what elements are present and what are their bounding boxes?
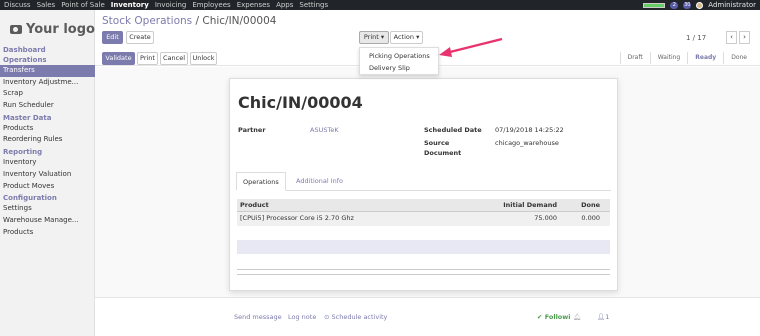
stage-draft: Draft	[619, 52, 650, 64]
log-note-link[interactable]: Log note	[288, 313, 316, 321]
camera-icon	[10, 25, 22, 34]
validate-button[interactable]: Validate	[102, 52, 135, 65]
pager-prev-button[interactable]: ‹	[726, 31, 737, 44]
following-button[interactable]: ✔ Followi	[537, 313, 571, 321]
app-settings[interactable]: Settings	[299, 1, 328, 9]
sidebar-item-config-products[interactable]: Products	[0, 227, 95, 239]
app-employees[interactable]: Employees	[192, 1, 230, 9]
row-initial-demand: 75.000	[534, 214, 557, 222]
create-button[interactable]: Create	[126, 31, 154, 44]
sidebar-section-master-data: Master Data	[3, 113, 52, 122]
tab-operations[interactable]: Operations	[236, 172, 286, 191]
table-row[interactable]: [CPUi5] Processor Core i5 2.70 Ghz 75.00…	[237, 212, 610, 226]
breadcrumb-current: Chic/IN/00004	[202, 15, 277, 27]
app-discuss[interactable]: Discuss	[4, 1, 31, 9]
source-document-label-line2: Document	[424, 149, 462, 157]
scheduled-date-label: Scheduled Date	[424, 126, 482, 134]
app-sales[interactable]: Sales	[37, 1, 56, 9]
sidebar-item-product-moves[interactable]: Product Moves	[0, 181, 95, 193]
sidebar-section-operations[interactable]: Operations	[0, 55, 95, 65]
sidebar-item-inventory-valuation[interactable]: Inventory Valuation	[0, 169, 95, 181]
operations-table: Product Initial Demand Done [CPUi5] Proc…	[237, 199, 610, 254]
table-row-empty	[237, 226, 610, 240]
stage-waiting: Waiting	[649, 52, 688, 64]
breadcrumb-separator: /	[195, 15, 200, 27]
sidebar-item-inventory[interactable]: Inventory	[0, 157, 95, 169]
row-done: 0.000	[581, 214, 600, 222]
partner-field[interactable]: ASUSTeK	[310, 126, 339, 134]
table-header: Product Initial Demand Done	[237, 199, 610, 212]
send-message-link[interactable]: Send message	[234, 313, 282, 321]
app-invoicing[interactable]: Invoicing	[155, 1, 187, 9]
status-stages: Draft Waiting Ready Done	[619, 52, 754, 64]
source-document-label-line1: Source	[424, 139, 450, 147]
breadcrumb-parent[interactable]: Stock Operations	[102, 15, 192, 27]
sidebar-item-settings[interactable]: Settings	[0, 203, 95, 215]
unlock-button[interactable]: Unlock	[190, 52, 217, 65]
breadcrumb: Stock Operations / Chic/IN/00004	[102, 15, 276, 27]
annotation-arrow-icon	[439, 37, 503, 57]
print-dropdown-menu: Picking Operations Delivery Slip	[359, 47, 439, 75]
app-inventory[interactable]: Inventory	[111, 1, 149, 9]
table-footer	[237, 269, 610, 275]
sidebar-section-configuration: Configuration	[3, 194, 57, 203]
print-dropdown-button[interactable]: Print ▾	[359, 31, 389, 44]
messages-badge[interactable]: 2	[670, 1, 679, 9]
row-product: [CPUi5] Processor Core i5 2.70 Ghz	[240, 214, 354, 222]
form-tabs: Operations Additional Info	[236, 172, 611, 191]
followers-count[interactable]: 👤︎1	[597, 313, 609, 321]
column-initial-demand[interactable]: Initial Demand	[503, 199, 557, 212]
table-row-empty	[237, 240, 610, 254]
sidebar-item-scrap[interactable]: Scrap	[0, 88, 95, 100]
action-dropdown-button[interactable]: Action ▾	[390, 31, 423, 44]
sidebar-section-reporting: Reporting	[3, 148, 43, 157]
menu-item-delivery-slip[interactable]: Delivery Slip	[360, 62, 438, 74]
schedule-activity-link[interactable]: ⊙ Schedule activity	[324, 313, 387, 321]
app-expenses[interactable]: Expenses	[237, 1, 270, 9]
scheduled-date-field[interactable]: 07/19/2018 14:25:22	[495, 126, 564, 134]
app-menu: Discuss Sales Point of Sale Inventory In…	[4, 1, 328, 9]
app-apps[interactable]: Apps	[276, 1, 293, 9]
sidebar-item-run-scheduler[interactable]: Run Scheduler	[0, 100, 95, 112]
sidebar-item-inventory-adjustments[interactable]: Inventory Adjustme...	[0, 77, 95, 89]
pager-next-button[interactable]: ›	[739, 31, 750, 44]
sidebar: Your logo Dashboard Operations Transfers…	[0, 10, 95, 336]
sidebar-item-products[interactable]: Products	[0, 123, 95, 135]
source-document-field[interactable]: chicago_warehouse	[495, 139, 559, 147]
menu-item-picking-operations[interactable]: Picking Operations	[360, 50, 438, 62]
print-report-button[interactable]: Print	[137, 52, 158, 65]
edit-button[interactable]: Edit	[102, 31, 123, 44]
cancel-button[interactable]: Cancel	[160, 52, 188, 65]
tab-additional-info[interactable]: Additional Info	[290, 172, 349, 191]
column-done[interactable]: Done	[581, 199, 600, 212]
avatar[interactable]	[696, 1, 704, 9]
sidebar-section-dashboard[interactable]: Dashboard	[0, 45, 95, 55]
top-navbar: Discuss Sales Point of Sale Inventory In…	[0, 0, 760, 10]
sidebar-menu: Dashboard Operations Transfers Inventory…	[0, 45, 95, 238]
chatter: Send message Log note ⊙ Schedule activit…	[95, 297, 760, 336]
partner-label: Partner	[238, 126, 266, 134]
column-product[interactable]: Product	[240, 199, 269, 212]
stage-done: Done	[723, 52, 754, 64]
sidebar-item-reordering-rules[interactable]: Reordering Rules	[0, 134, 95, 146]
followers-number: 1	[605, 313, 610, 321]
logo-text: Your logo	[26, 22, 95, 37]
pager-value: 1 / 17	[686, 34, 707, 42]
battery-icon	[643, 2, 666, 8]
stage-ready: Ready	[687, 52, 723, 64]
sidebar-item-transfers[interactable]: Transfers	[0, 65, 95, 77]
user-menu[interactable]: Administrator	[708, 1, 756, 9]
page-title: Chic/IN/00004	[238, 93, 363, 112]
activity-badge[interactable]: 30	[683, 1, 692, 9]
app-point-of-sale[interactable]: Point of Sale	[61, 1, 105, 9]
form-sheet: Chic/IN/00004 Partner ASUSTeK Scheduled …	[229, 78, 618, 291]
company-logo: Your logo	[10, 22, 95, 37]
sidebar-item-warehouse-management[interactable]: Warehouse Manage...	[0, 215, 95, 227]
bell-icon[interactable]: 🔔︎	[573, 313, 581, 321]
